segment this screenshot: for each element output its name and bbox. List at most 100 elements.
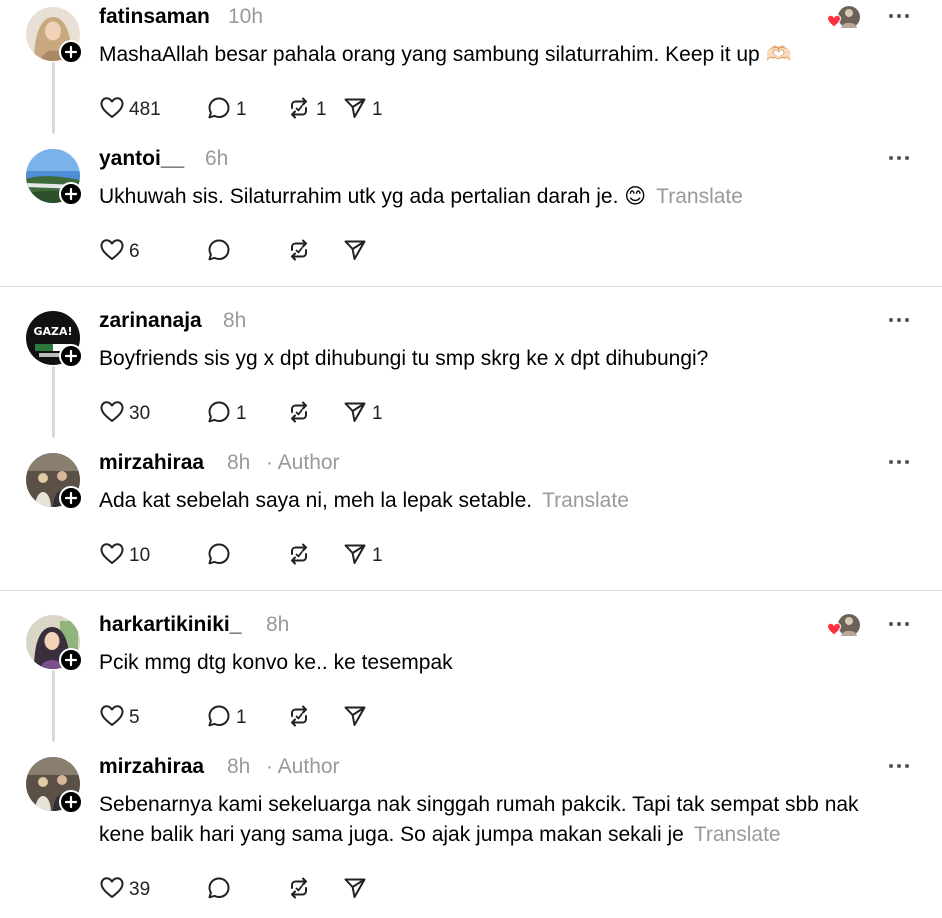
repost-icon	[286, 875, 312, 906]
reply-button[interactable]: 1	[206, 401, 247, 427]
follow-plus-icon[interactable]	[59, 790, 83, 814]
timestamp: 6h	[205, 147, 229, 170]
likes-count: 39	[129, 879, 151, 900]
reply-post: mirzahiraa 8h · Author Sebenarnya kami seke…	[0, 750, 942, 900]
reply-button[interactable]: 1	[206, 705, 247, 731]
timestamp: 8h	[223, 309, 247, 332]
translate-link[interactable]: Translate	[542, 489, 629, 512]
heart-icon	[99, 399, 125, 430]
likes-count: 5	[129, 707, 140, 728]
follow-plus-icon[interactable]	[59, 344, 83, 368]
timestamp: 8h	[266, 613, 290, 636]
username[interactable]: fatinsaman	[99, 4, 210, 30]
reply-post: mirzahiraa 8h · Author Ada kat sebelah saya…	[0, 446, 942, 586]
follow-plus-icon[interactable]	[59, 40, 83, 64]
thread-divider	[0, 286, 942, 287]
more-options-icon[interactable]	[885, 6, 913, 26]
replies-count: 1	[236, 403, 247, 424]
more-options-icon[interactable]	[885, 310, 913, 330]
more-options-icon[interactable]	[885, 756, 913, 776]
reply-text: Ukhuwah sis. Silaturrahim utk yg ada per…	[99, 185, 647, 208]
replies-count: 1	[236, 707, 247, 728]
reply-button[interactable]	[206, 239, 232, 265]
repost-icon	[286, 95, 312, 126]
likes-count: 30	[129, 403, 151, 424]
liked-by-author-icon	[826, 4, 862, 32]
thread-divider	[0, 590, 942, 591]
reply-text: Boyfriends sis yg x dpt dihubungi tu smp…	[99, 347, 709, 370]
share-button[interactable]	[342, 239, 368, 265]
username[interactable]: yantoi__	[99, 146, 184, 172]
comment-icon	[206, 237, 232, 268]
repost-button[interactable]	[286, 401, 312, 427]
username[interactable]: mirzahiraa	[99, 450, 204, 476]
follow-plus-icon[interactable]	[59, 182, 83, 206]
reply-text-container: Ukhuwah sis. Silaturrahim utk yg ada per…	[99, 182, 899, 212]
username[interactable]: harkartikiniki_	[99, 612, 241, 638]
reply-button[interactable]	[206, 543, 232, 569]
repost-icon	[286, 541, 312, 572]
translate-link[interactable]: Translate	[656, 185, 743, 208]
like-button[interactable]: 39	[99, 875, 151, 906]
likes-count: 481	[129, 99, 161, 120]
comment-icon	[206, 875, 232, 906]
translate-link[interactable]: Translate	[694, 823, 781, 846]
send-icon	[342, 399, 368, 430]
username[interactable]: zarinanaja	[99, 308, 202, 334]
reply-button[interactable]	[206, 877, 232, 903]
share-button[interactable]	[342, 877, 368, 903]
follow-plus-icon[interactable]	[59, 486, 83, 510]
repost-button[interactable]	[286, 239, 312, 265]
reply-post: GAZA! zarinanaja 8h Boyfriends sis yg x dpt…	[0, 304, 942, 444]
reply-button[interactable]: 1	[206, 97, 247, 123]
like-button[interactable]: 481	[99, 96, 161, 123]
more-options-icon[interactable]	[885, 614, 913, 634]
repost-icon	[286, 399, 312, 430]
username[interactable]: mirzahiraa	[99, 754, 204, 780]
comment-icon	[206, 399, 232, 430]
like-button[interactable]: 6	[99, 238, 140, 265]
heart-icon	[99, 875, 125, 906]
reply-text-container: Ada kat sebelah saya ni, meh la lepak se…	[99, 486, 899, 516]
reply-text: MashaAllah besar pahala orang yang sambu…	[99, 43, 792, 66]
send-icon	[342, 237, 368, 268]
repost-button[interactable]: 1	[286, 97, 327, 123]
follow-plus-icon[interactable]	[59, 648, 83, 672]
comment-icon	[206, 703, 232, 734]
send-icon	[342, 703, 368, 734]
shares-count: 1	[372, 99, 383, 120]
reply-post: yantoi__ 6h Ukhuwah sis. Silaturrahim utk …	[0, 142, 942, 282]
shares-count: 1	[372, 545, 383, 566]
share-button[interactable]	[342, 705, 368, 731]
reply-post: fatinsaman 10h MashaAllah besar pahala ora…	[0, 0, 942, 140]
send-icon	[342, 875, 368, 906]
comment-icon	[206, 95, 232, 126]
like-button[interactable]: 10	[99, 541, 150, 572]
timestamp: 10h	[228, 5, 264, 28]
repost-button[interactable]	[286, 543, 312, 569]
timestamp: 8h	[227, 755, 251, 778]
author-badge: · Author	[266, 755, 340, 778]
reply-text-container: MashaAllah besar pahala orang yang sambu…	[99, 40, 899, 70]
author-badge: · Author	[266, 451, 340, 474]
repost-icon	[286, 703, 312, 734]
replies-count: 1	[236, 99, 247, 120]
reply-text-container: Pcik mmg dtg konvo ke.. ke tesempak	[99, 648, 899, 678]
reply-text-container: Sebenarnya kami sekeluarga nak singgah r…	[99, 790, 899, 850]
reply-text-container: Boyfriends sis yg x dpt dihubungi tu smp…	[99, 344, 899, 374]
liked-by-author-icon	[826, 612, 862, 640]
like-button[interactable]: 5	[99, 704, 140, 731]
share-button[interactable]: 1	[342, 401, 383, 427]
avatar-sign-text: GAZA!	[33, 325, 72, 338]
share-button[interactable]: 1	[342, 97, 383, 123]
repost-button[interactable]	[286, 705, 312, 731]
send-icon	[342, 541, 368, 572]
heart-icon	[99, 541, 125, 572]
more-options-icon[interactable]	[885, 148, 913, 168]
more-options-icon[interactable]	[885, 452, 913, 472]
reply-text: Ada kat sebelah saya ni, meh la lepak se…	[99, 489, 533, 512]
like-button[interactable]: 30	[99, 399, 151, 430]
repost-button[interactable]	[286, 877, 312, 903]
replies-feed: fatinsaman 10h MashaAllah besar pahala ora…	[0, 0, 942, 918]
share-button[interactable]: 1	[342, 543, 383, 569]
